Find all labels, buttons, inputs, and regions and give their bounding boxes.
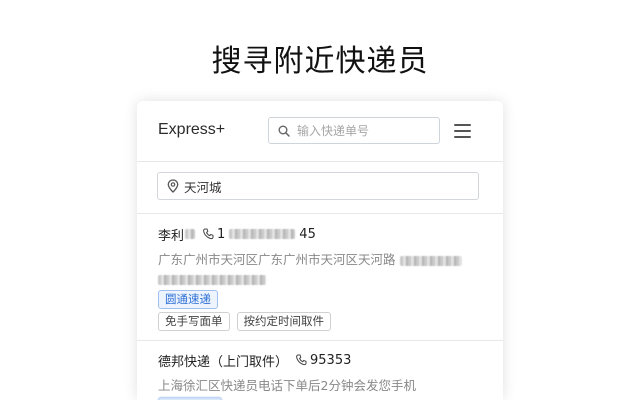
redacted-text: [185, 229, 196, 239]
location-pin-icon: [167, 179, 179, 193]
courier-list-item[interactable]: 李利 1 45 广东广州市天河区广东广州市天河区天河路 圆通速递 免手写面单 按…: [158, 225, 488, 331]
tracking-search[interactable]: [268, 117, 440, 144]
courier-list-item[interactable]: 德邦快递（上门取件） 95353 上海徐汇区快递员电话下单后2分钟会发您手机: [158, 351, 488, 400]
redacted-text: [399, 255, 462, 266]
phone-icon: [203, 228, 214, 240]
phone-number: 95353: [310, 352, 352, 368]
search-icon: [278, 125, 290, 137]
tracking-number-input[interactable]: [295, 122, 439, 139]
courier-name: 德邦快递（上门取件）: [158, 354, 289, 370]
location-field[interactable]: 天河城: [157, 172, 479, 200]
divider: [137, 213, 503, 214]
top-bar: Express+: [137, 101, 503, 162]
company-tag: 圆通速递: [158, 290, 218, 309]
phone-number-prefix: 1: [217, 226, 226, 242]
menu-icon[interactable]: [454, 124, 471, 139]
page-headline: 搜寻附近快递员: [211, 44, 429, 79]
redacted-text: [158, 274, 266, 285]
courier-address: 广东广州市天河区广东广州市天河区天河路: [158, 250, 488, 288]
divider: [137, 340, 503, 341]
service-tag: 免手写面单: [158, 312, 230, 331]
service-tag: 按约定时间取件: [236, 312, 331, 331]
phone-number-suffix: 45: [299, 226, 316, 242]
courier-name: 李利: [158, 228, 185, 244]
location-value: 天河城: [184, 179, 222, 195]
brand-logo: Express+: [158, 121, 226, 138]
app-window: Express+ 天河城 李利 1 45: [137, 101, 503, 400]
courier-address: 上海徐汇区快递员电话下单后2分钟会发您手机: [158, 378, 416, 393]
phone-icon: [296, 354, 307, 366]
redacted-text: [229, 229, 296, 239]
